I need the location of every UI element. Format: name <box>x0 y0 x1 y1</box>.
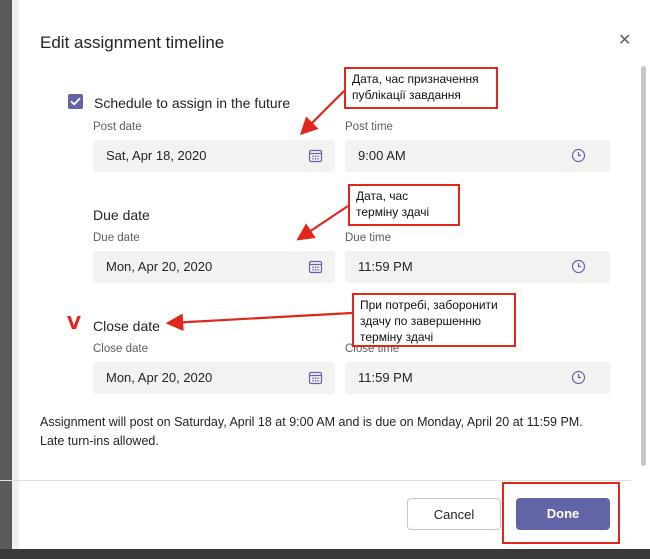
due-date-value: Mon, Apr 20, 2020 <box>106 259 213 274</box>
assignment-summary: Assignment will post on Saturday, April … <box>40 415 583 448</box>
clock-icon <box>571 370 586 385</box>
due-date-label: Due date <box>93 232 140 244</box>
calendar-icon <box>308 149 323 163</box>
callout-due-date-line2: терміну здачі <box>356 205 430 219</box>
cancel-button[interactable]: Cancel <box>407 498 501 530</box>
done-highlight-box <box>502 482 620 544</box>
close-date-field[interactable]: Mon, Apr 20, 2020 <box>93 362 335 394</box>
callout-post-date: Дата, час призначення публікації завданн… <box>344 67 498 109</box>
post-time-field[interactable]: 9:00 AM <box>345 140 610 172</box>
close-date-value: Mon, Apr 20, 2020 <box>106 370 213 385</box>
due-time-value: 11:59 PM <box>358 259 413 274</box>
post-time-label: Post time <box>345 121 393 133</box>
close-date-label: Close date <box>93 343 148 355</box>
scrollbar[interactable] <box>641 66 646 466</box>
close-time-value: 11:59 PM <box>358 370 413 385</box>
window-edge-left <box>0 0 12 559</box>
callout-close-date: При потребі, заборонити здачу по заверше… <box>352 293 516 347</box>
close-section-label: Close date <box>93 318 160 334</box>
dialog-title: Edit assignment timeline <box>40 33 225 52</box>
window-edge-strip <box>12 0 19 559</box>
callout-post-date-line1: Дата, час призначення <box>352 72 479 86</box>
post-date-field[interactable]: Sat, Apr 18, 2020 <box>93 140 335 172</box>
footer-divider <box>0 480 631 481</box>
window-edge-bottom <box>0 549 650 559</box>
calendar-icon <box>308 371 323 385</box>
callout-due-date: Дата, час терміну здачі <box>348 184 460 226</box>
schedule-checkbox[interactable] <box>68 94 83 109</box>
post-date-label: Post date <box>93 121 142 133</box>
due-time-field[interactable]: 11:59 PM <box>345 251 610 283</box>
callout-close-date-line3: терміну здачі <box>360 330 434 344</box>
due-date-field[interactable]: Mon, Apr 20, 2020 <box>93 251 335 283</box>
clock-icon <box>571 259 586 274</box>
checkmark-icon <box>70 97 81 106</box>
calendar-icon <box>308 260 323 274</box>
clock-icon <box>571 148 586 163</box>
close-time-field[interactable]: 11:59 PM <box>345 362 610 394</box>
close-icon[interactable]: ✕ <box>618 30 631 50</box>
callout-due-date-line1: Дата, час <box>356 189 409 203</box>
due-section-label: Due date <box>93 207 150 223</box>
callout-post-date-line2: публікації завдання <box>352 88 461 102</box>
schedule-label: Schedule to assign in the future <box>94 95 291 111</box>
callout-close-date-line1: При потребі, заборонити <box>360 298 498 312</box>
post-time-value: 9:00 AM <box>358 148 406 163</box>
callout-close-date-line2: здачу по завершенню <box>360 314 482 328</box>
annotation-check-mark: V <box>67 313 81 334</box>
post-date-value: Sat, Apr 18, 2020 <box>106 148 207 163</box>
due-time-label: Due time <box>345 232 392 244</box>
